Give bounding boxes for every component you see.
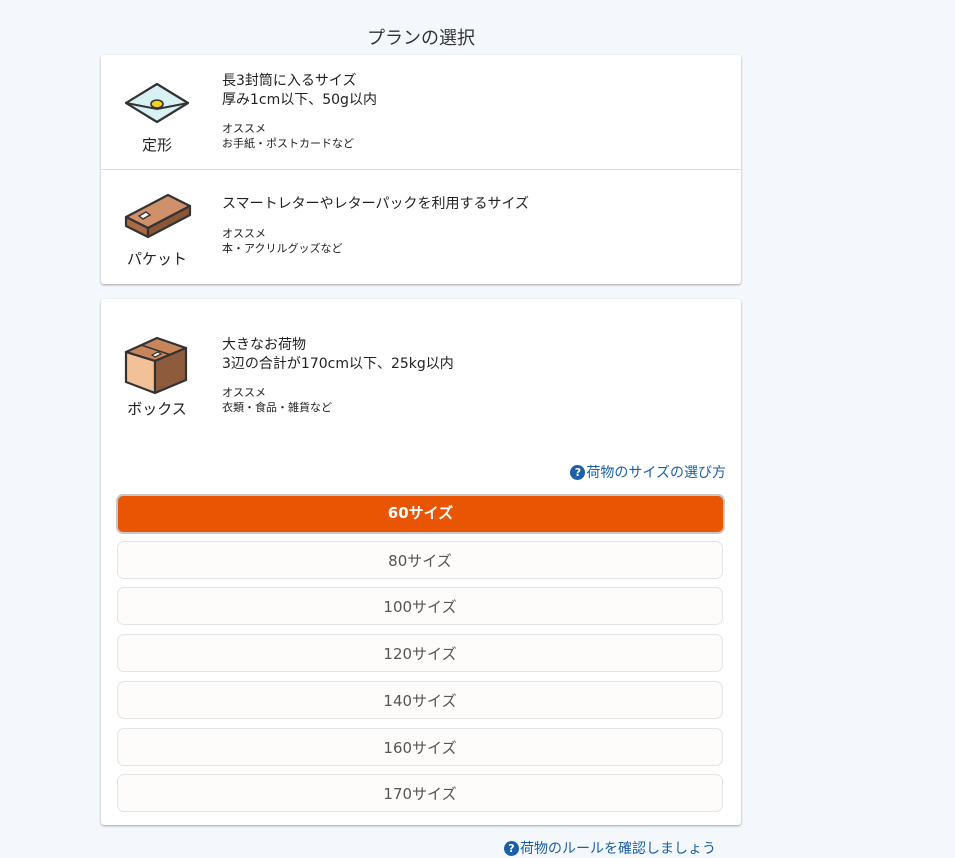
recommend-label: オススメ bbox=[222, 122, 266, 135]
plan-name: 定形 bbox=[141, 136, 172, 154]
recommend-label: オススメ bbox=[222, 227, 266, 240]
recommend-items: お手紙・ポストカードなど bbox=[222, 137, 354, 150]
help-icon: ? bbox=[570, 465, 586, 480]
size-option-170[interactable]: 170サイズ bbox=[117, 774, 723, 812]
plan-description-line1: 大きなお荷物 bbox=[222, 337, 306, 353]
plan-description-line1: スマートレターやレターパックを利用するサイズ bbox=[222, 196, 530, 212]
rules-link[interactable]: ? 荷物のルールを確認しましょう bbox=[504, 838, 716, 858]
plan-option-teikei[interactable]: 定形 長3封筒に入るサイズ 厚み1cm以下、50g以内 オススメ お手紙・ポスト… bbox=[101, 55, 741, 170]
size-option-100[interactable]: 100サイズ bbox=[117, 587, 723, 625]
plan-option-packet[interactable]: パケット bbox=[101, 170, 741, 284]
recommend-items: 衣類・食品・雑貨など bbox=[222, 401, 332, 414]
recommend-items: 本・アクリルグッズなど bbox=[222, 242, 343, 255]
plan-card-box: ボックス 大きなお荷物 3辺の合計が170cm以下、25kg以内 オススメ 衣類… bbox=[101, 299, 741, 825]
plan-description-line2: 3辺の合計が170cm以下、25kg以内 bbox=[222, 356, 454, 372]
size-guide-link-label: 荷物のサイズの選び方 bbox=[586, 465, 726, 481]
plan-option-box[interactable]: ボックス 大きなお荷物 3辺の合計が170cm以下、25kg以内 オススメ 衣類… bbox=[101, 299, 741, 439]
packet-icon bbox=[124, 193, 192, 239]
page-title: プランの選択 bbox=[367, 28, 475, 49]
plan-description-line2: 厚み1cm以下、50g以内 bbox=[222, 92, 377, 108]
size-option-160[interactable]: 160サイズ bbox=[117, 728, 723, 766]
plan-name: パケット bbox=[126, 250, 187, 268]
recommend-label: オススメ bbox=[222, 386, 266, 399]
box-icon bbox=[124, 336, 188, 395]
plan-name: ボックス bbox=[127, 400, 187, 418]
help-icon: ? bbox=[504, 841, 519, 856]
size-option-120[interactable]: 120サイズ bbox=[117, 634, 723, 672]
size-option-80[interactable]: 80サイズ bbox=[117, 541, 723, 579]
plan-card-small: 定形 長3封筒に入るサイズ 厚み1cm以下、50g以内 オススメ お手紙・ポスト… bbox=[101, 55, 741, 284]
size-option-140[interactable]: 140サイズ bbox=[117, 681, 723, 719]
plan-description-line1: 長3封筒に入るサイズ bbox=[222, 73, 357, 89]
size-option-60[interactable]: 60サイズ bbox=[116, 494, 725, 534]
size-guide-link[interactable]: ? 荷物のサイズの選び方 bbox=[570, 462, 726, 482]
envelope-icon bbox=[124, 82, 190, 124]
